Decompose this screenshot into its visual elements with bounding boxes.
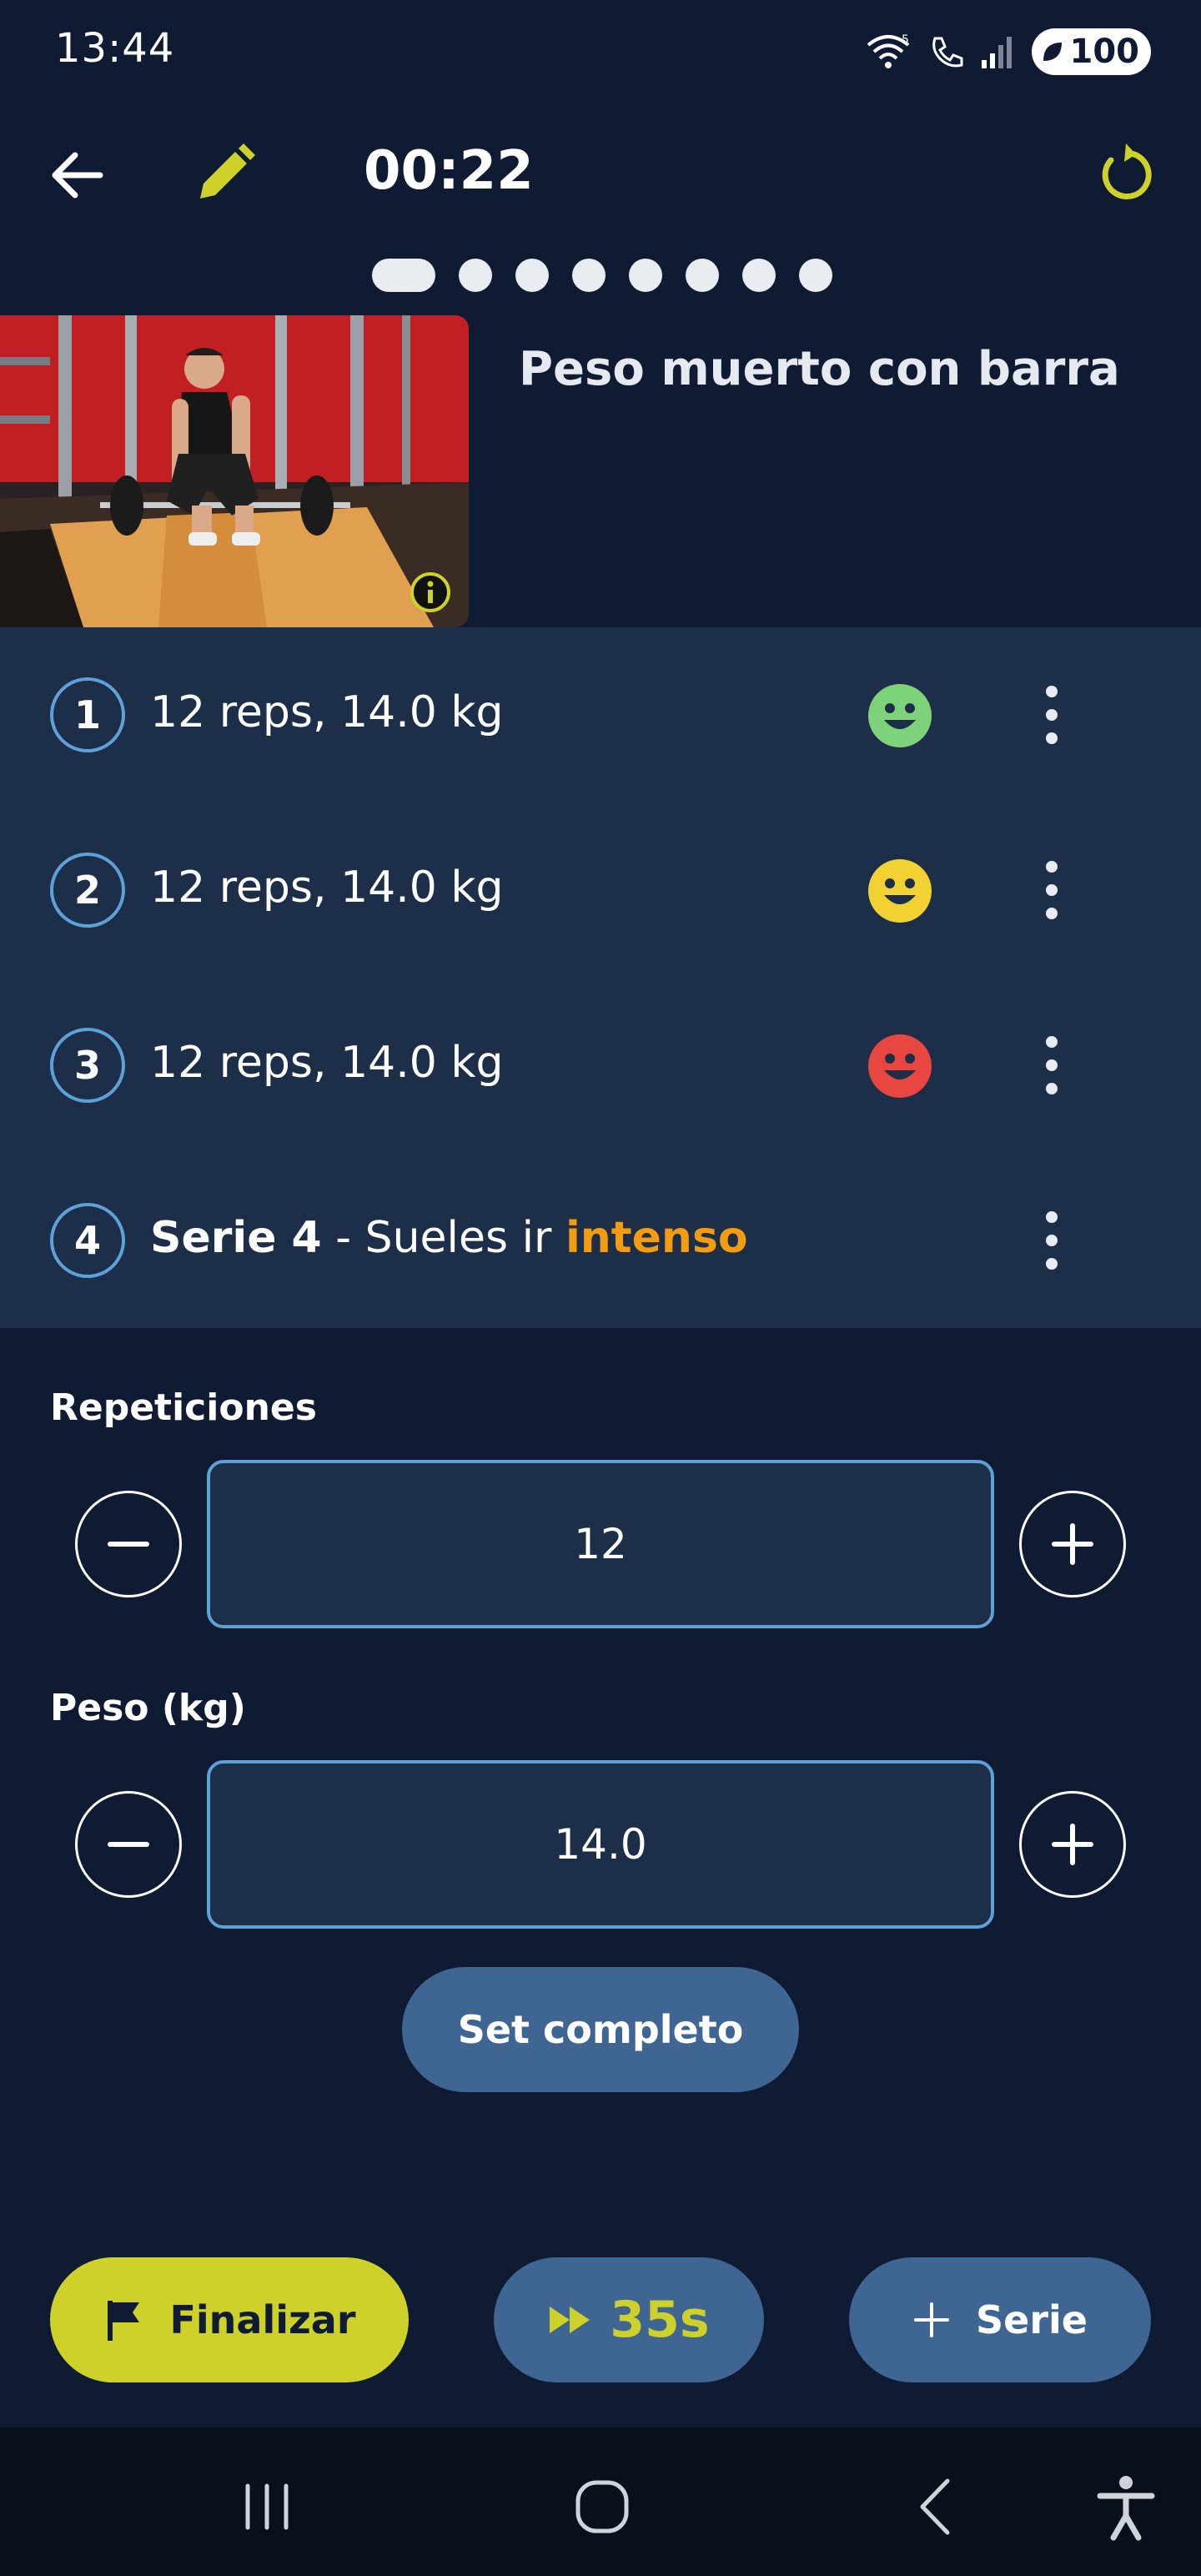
set-complete-button[interactable]: Set completo bbox=[402, 1967, 799, 2092]
happy-face-icon[interactable] bbox=[867, 683, 932, 748]
plus-icon bbox=[914, 2302, 949, 2337]
pager-dot[interactable] bbox=[515, 259, 549, 292]
svg-text:5: 5 bbox=[902, 33, 909, 47]
set-row[interactable]: 3 12 reps, 14.0 kg bbox=[0, 978, 1201, 1153]
barbell-deadlift-photo bbox=[0, 315, 469, 627]
set-title: Serie 4 bbox=[150, 1213, 322, 1263]
reps-decrease-button[interactable] bbox=[75, 1491, 182, 1597]
flag-icon bbox=[108, 2301, 140, 2341]
intensity-label: intenso bbox=[565, 1213, 748, 1263]
set-row[interactable]: 1 12 reps, 14.0 kg bbox=[0, 627, 1201, 802]
weight-input[interactable]: 14.0 bbox=[207, 1760, 994, 1929]
finish-workout-button[interactable]: Finalizar bbox=[50, 2257, 409, 2382]
exercise-title: Peso muerto con barra bbox=[519, 342, 1120, 396]
exercise-pager bbox=[372, 259, 832, 292]
battery-saver-icon bbox=[1043, 43, 1062, 61]
set-more-menu[interactable] bbox=[1031, 679, 1073, 751]
add-set-label: Serie bbox=[976, 2297, 1088, 2342]
reset-icon bbox=[1102, 143, 1152, 199]
pager-dot-active[interactable] bbox=[372, 259, 435, 292]
plus-icon bbox=[1052, 1523, 1093, 1565]
weight-label: Peso (kg) bbox=[50, 1687, 246, 1729]
call-icon bbox=[932, 37, 962, 68]
pencil-icon bbox=[200, 143, 255, 199]
minus-icon bbox=[108, 1842, 149, 1847]
status-icons: 5 100 bbox=[865, 25, 1151, 78]
hard-face-icon[interactable] bbox=[867, 1034, 932, 1099]
set-summary: 12 reps, 14.0 kg bbox=[150, 1038, 504, 1088]
reps-input[interactable]: 12 bbox=[207, 1460, 994, 1628]
info-icon bbox=[410, 572, 450, 612]
pager-dot[interactable] bbox=[742, 259, 776, 292]
recent-apps-icon[interactable] bbox=[229, 2469, 304, 2544]
battery-level: 100 bbox=[1069, 33, 1140, 71]
set-number: 2 bbox=[50, 853, 125, 928]
signal-icon bbox=[981, 37, 1012, 68]
accessibility-icon[interactable] bbox=[1088, 2469, 1163, 2544]
skip-rest-button[interactable]: 35s bbox=[494, 2257, 764, 2382]
set-summary: 12 reps, 14.0 kg bbox=[150, 863, 504, 913]
pager-dot[interactable] bbox=[799, 259, 832, 292]
back-nav-icon[interactable] bbox=[901, 2469, 976, 2544]
reset-timer-button[interactable] bbox=[1093, 140, 1159, 207]
finish-label: Finalizar bbox=[169, 2297, 356, 2342]
back-button[interactable] bbox=[45, 142, 112, 209]
status-time: 13:44 bbox=[55, 25, 175, 72]
set-row[interactable]: 2 12 reps, 14.0 kg bbox=[0, 802, 1201, 978]
set-number: 4 bbox=[50, 1203, 125, 1278]
system-nav-bar bbox=[0, 2428, 1201, 2576]
neutral-face-icon[interactable] bbox=[867, 858, 932, 923]
sets-list: 1 12 reps, 14.0 kg 2 12 reps, 14.0 kg 3 bbox=[0, 627, 1201, 1328]
top-bar: 00:22 bbox=[0, 125, 1201, 217]
battery-indicator: 100 bbox=[1031, 28, 1151, 75]
add-set-button[interactable]: Serie bbox=[849, 2257, 1151, 2382]
minus-icon bbox=[108, 1542, 149, 1547]
pager-dot[interactable] bbox=[459, 259, 492, 292]
edit-button[interactable] bbox=[192, 140, 259, 207]
exercise-info-button[interactable] bbox=[409, 571, 452, 614]
back-arrow-icon bbox=[52, 152, 103, 199]
workout-screen: 13:44 5 100 00:22 Peso muerto con barra … bbox=[0, 0, 1201, 2576]
weight-increase-button[interactable] bbox=[1019, 1791, 1126, 1898]
home-icon[interactable] bbox=[565, 2469, 640, 2544]
set-row-current[interactable]: 4 Serie 4 - Sueles ir intenso bbox=[0, 1153, 1201, 1328]
pager-dot[interactable] bbox=[572, 259, 606, 292]
set-summary: 12 reps, 14.0 kg bbox=[150, 687, 504, 737]
status-bar: 13:44 5 100 bbox=[0, 0, 1201, 108]
plus-icon bbox=[1052, 1824, 1093, 1865]
rest-time-label: 35s bbox=[610, 2291, 710, 2349]
set-more-menu[interactable] bbox=[1031, 1205, 1073, 1276]
set-suggestion: Serie 4 - Sueles ir intenso bbox=[150, 1213, 748, 1263]
workout-timer: 00:22 bbox=[364, 140, 534, 202]
pager-dot[interactable] bbox=[686, 259, 719, 292]
reps-increase-button[interactable] bbox=[1019, 1491, 1126, 1597]
set-more-menu[interactable] bbox=[1031, 1029, 1073, 1101]
weight-decrease-button[interactable] bbox=[75, 1791, 182, 1898]
fast-forward-icon bbox=[550, 2307, 590, 2333]
set-more-menu[interactable] bbox=[1031, 854, 1073, 926]
set-number: 1 bbox=[50, 677, 125, 752]
pager-dot[interactable] bbox=[629, 259, 662, 292]
set-number: 3 bbox=[50, 1028, 125, 1103]
reps-label: Repeticiones bbox=[50, 1386, 317, 1429]
exercise-image[interactable] bbox=[0, 315, 469, 627]
wifi-calling-icon: 5 bbox=[867, 33, 909, 68]
set-hint: - Sueles ir bbox=[321, 1213, 565, 1263]
